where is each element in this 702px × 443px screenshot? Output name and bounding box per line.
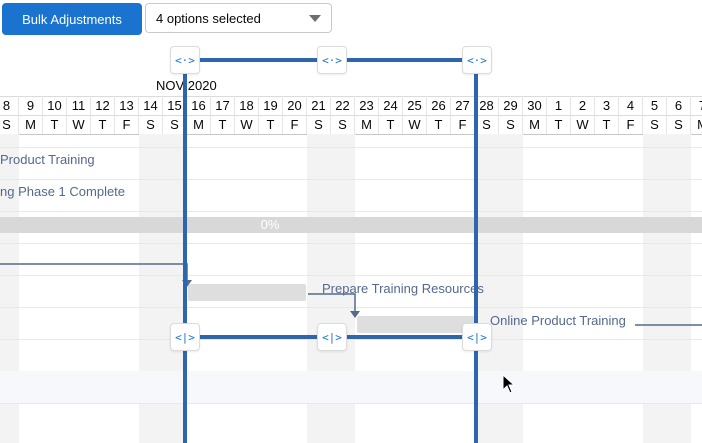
resize-handle-icon: <|> bbox=[175, 330, 195, 344]
range-middle-handle-bottom[interactable]: <|> bbox=[317, 323, 347, 351]
range-start-handle-top[interactable]: <·> bbox=[170, 46, 200, 74]
drag-handle-icon: <·> bbox=[467, 53, 487, 67]
range-end-line[interactable] bbox=[474, 74, 478, 443]
range-start-handle-bottom[interactable]: <|> bbox=[170, 323, 200, 351]
resize-handle-icon: <|> bbox=[322, 330, 342, 344]
range-end-handle-bottom[interactable]: <|> bbox=[462, 323, 492, 351]
range-middle-handle-top[interactable]: <·> bbox=[317, 46, 347, 74]
drag-handle-icon: <·> bbox=[175, 53, 195, 67]
drag-handle-icon: <·> bbox=[322, 53, 342, 67]
mouse-cursor-icon bbox=[502, 374, 516, 394]
range-start-line[interactable] bbox=[183, 74, 187, 443]
dependency-connectors bbox=[0, 263, 702, 326]
range-end-handle-top[interactable]: <·> bbox=[462, 46, 492, 74]
resize-handle-icon: <|> bbox=[467, 330, 487, 344]
